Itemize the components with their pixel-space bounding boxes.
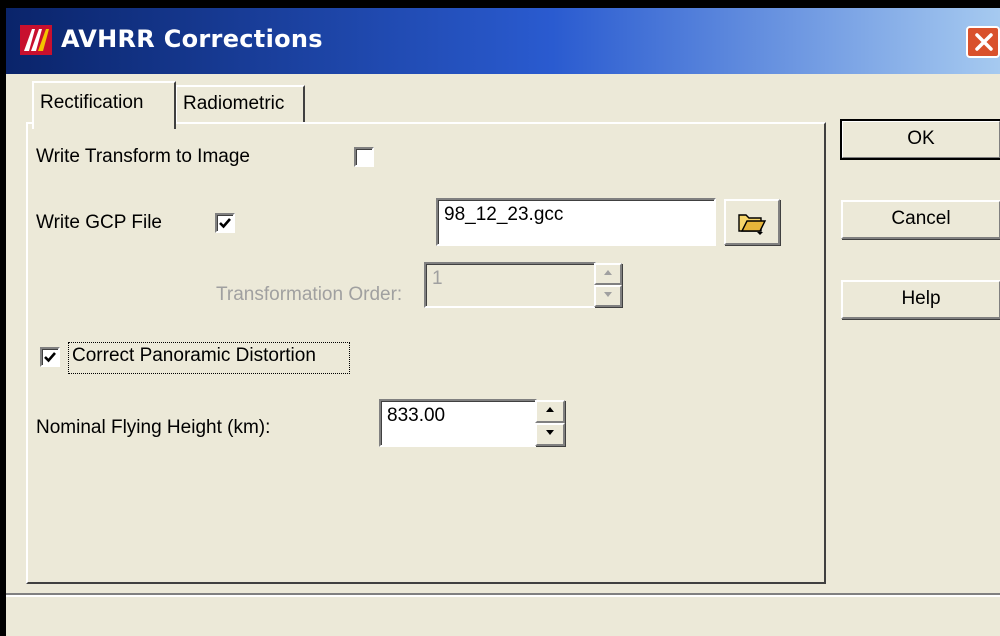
checkmark-icon bbox=[44, 352, 56, 363]
ok-button[interactable]: OK bbox=[840, 119, 1000, 160]
write-gcp-checkbox[interactable] bbox=[215, 213, 235, 233]
transformation-order-spinner bbox=[594, 263, 622, 308]
chevron-up-icon bbox=[546, 407, 554, 412]
window-title: AVHRR Corrections bbox=[61, 25, 323, 53]
write-gcp-label: Write GCP File bbox=[36, 212, 162, 233]
help-button[interactable]: Help bbox=[841, 280, 1000, 319]
dialog-window: AVHRR Corrections Rectification Radiomet… bbox=[6, 8, 1000, 636]
transformation-order-label: Transformation Order: bbox=[216, 284, 403, 305]
close-button[interactable] bbox=[966, 26, 1000, 58]
flying-height-up-button[interactable] bbox=[535, 400, 565, 423]
panoramic-label[interactable]: Correct Panoramic Distortion bbox=[72, 345, 316, 367]
write-transform-label: Write Transform to Image bbox=[36, 146, 250, 167]
browse-folder-button[interactable] bbox=[724, 199, 780, 245]
flying-height-down-button[interactable] bbox=[535, 423, 565, 446]
open-folder-icon bbox=[738, 214, 767, 235]
chevron-up-icon bbox=[604, 270, 612, 275]
flying-height-input[interactable]: 833.00 bbox=[379, 399, 537, 447]
checkmark-icon bbox=[219, 218, 231, 229]
flying-height-label: Nominal Flying Height (km): bbox=[36, 417, 271, 438]
cancel-button[interactable]: Cancel bbox=[841, 200, 1000, 239]
tab-radiometric[interactable]: Radiometric bbox=[175, 85, 305, 123]
transformation-order-up-button bbox=[594, 263, 622, 285]
transformation-order-value: 1 bbox=[432, 268, 443, 289]
flying-height-spinner[interactable] bbox=[535, 400, 565, 446]
app-icon bbox=[20, 25, 52, 55]
gcp-filename-input[interactable]: 98_12_23.gcc bbox=[436, 198, 716, 246]
status-bar bbox=[6, 593, 1000, 636]
tab-radiometric-label: Radiometric bbox=[183, 93, 285, 114]
tab-rectification[interactable]: Rectification bbox=[32, 81, 176, 129]
flying-height-value: 833.00 bbox=[387, 405, 446, 426]
title-bar[interactable]: AVHRR Corrections bbox=[6, 8, 1000, 74]
status-bar-highlight bbox=[6, 595, 1000, 597]
panoramic-checkbox[interactable] bbox=[40, 347, 60, 367]
chevron-down-icon bbox=[546, 430, 554, 435]
transformation-order-input: 1 bbox=[424, 262, 596, 308]
transformation-order-down-button bbox=[594, 285, 622, 307]
close-icon bbox=[975, 33, 993, 51]
gcp-filename-value: 98_12_23.gcc bbox=[444, 204, 564, 225]
tab-rectification-label: Rectification bbox=[40, 92, 144, 113]
write-transform-checkbox[interactable] bbox=[354, 147, 374, 167]
chevron-down-icon bbox=[604, 292, 612, 297]
